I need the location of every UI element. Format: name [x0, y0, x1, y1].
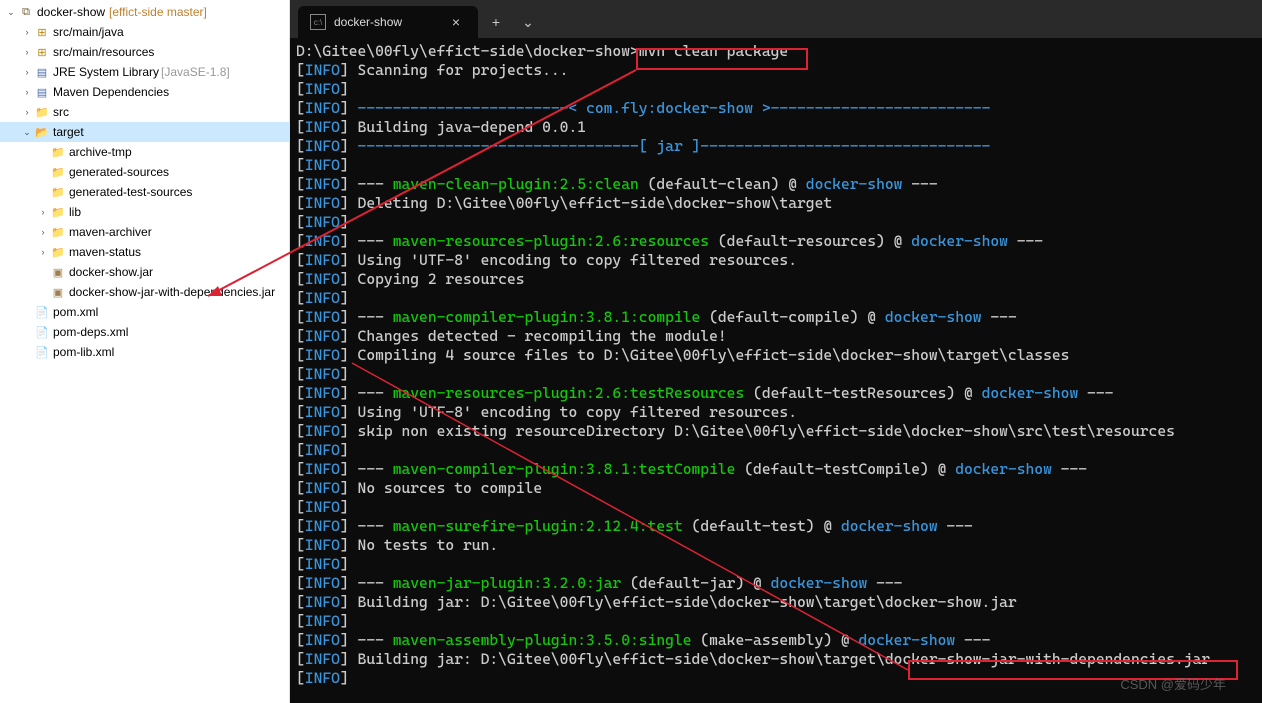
tree-item-jre-system-library[interactable]: ›▤JRE System Library[JavaSE-1.8]	[0, 62, 289, 82]
fold-icon: 📁	[50, 244, 66, 260]
tree-label: maven-status	[69, 245, 141, 259]
tree-item-pom-xml[interactable]: 📄pom.xml	[0, 302, 289, 322]
tree-item-maven-dependencies[interactable]: ›▤Maven Dependencies	[0, 82, 289, 102]
expand-arrow-icon[interactable]: ›	[36, 225, 50, 239]
tree-label: Maven Dependencies	[53, 85, 169, 99]
fold-icon: 📁	[34, 104, 50, 120]
tree-label: target	[53, 125, 84, 139]
tree-item-maven-archiver[interactable]: ›📁maven-archiver	[0, 222, 289, 242]
tree-label: archive-tmp	[69, 145, 132, 159]
watermark: CSDN @爱码少年	[1120, 674, 1226, 693]
xml-icon: 📄	[34, 344, 50, 360]
fold-icon: 📁	[50, 204, 66, 220]
pkg-icon: ⊞	[34, 24, 50, 40]
tree-item-docker-show[interactable]: ⌄⧉docker-show [effict-side master]	[0, 2, 289, 22]
expand-arrow-icon[interactable]: ›	[20, 45, 34, 59]
tree-label: pom-lib.xml	[53, 345, 114, 359]
expand-arrow-icon[interactable]: ›	[20, 65, 34, 79]
file-tree[interactable]: ⌄⧉docker-show[effict-side master]›⊞src/m…	[0, 0, 289, 364]
expand-arrow-icon[interactable]: ›	[36, 245, 50, 259]
tree-label: generated-test-sources	[69, 185, 192, 199]
tree-label: src	[53, 105, 69, 119]
lib-icon: ▤	[34, 84, 50, 100]
expand-arrow-icon[interactable]	[20, 345, 34, 359]
tree-label: JRE System Library	[53, 65, 159, 79]
jar-icon: ▣	[50, 284, 66, 300]
tree-item-generated-sources[interactable]: 📁generated-sources	[0, 162, 289, 182]
expand-arrow-icon[interactable]: ⌄	[4, 5, 18, 19]
tree-item-pom-lib-xml[interactable]: 📄pom-lib.xml	[0, 342, 289, 362]
expand-arrow-icon[interactable]	[20, 325, 34, 339]
jar-icon: ▣	[50, 264, 66, 280]
vcs-decorator: [effict-side master]	[109, 5, 207, 19]
expand-arrow-icon[interactable]	[36, 165, 50, 179]
tree-label: docker-show-jar-with-dependencies.jar	[69, 285, 275, 299]
fold-icon: 📁	[50, 224, 66, 240]
tree-label: generated-sources	[69, 165, 169, 179]
expand-arrow-icon[interactable]: ›	[20, 105, 34, 119]
tree-label: src/main/java	[53, 25, 124, 39]
fold-icon: 📁	[50, 184, 66, 200]
tab-title: docker-show	[334, 15, 446, 29]
tree-label: src/main/resources	[53, 45, 154, 59]
lib-decorator: [JavaSE-1.8]	[161, 65, 230, 79]
tree-label: maven-archiver	[69, 225, 152, 239]
tree-item-src[interactable]: ›📁src	[0, 102, 289, 122]
tree-item-target[interactable]: ⌄📂target	[0, 122, 289, 142]
tree-item-archive-tmp[interactable]: 📁archive-tmp	[0, 142, 289, 162]
tree-item-maven-status[interactable]: ›📁maven-status	[0, 242, 289, 262]
tree-label: pom-deps.xml	[53, 325, 128, 339]
tree-item-pom-deps-xml[interactable]: 📄pom-deps.xml	[0, 322, 289, 342]
proj-icon: ⧉	[18, 4, 34, 20]
terminal-tab-bar: c:\ docker-show × + ⌄	[290, 0, 1262, 38]
fold-icon: 📁	[50, 164, 66, 180]
expand-arrow-icon[interactable]	[36, 185, 50, 199]
close-icon[interactable]: ×	[446, 12, 466, 32]
lib-icon: ▤	[34, 64, 50, 80]
new-tab-button[interactable]: +	[480, 6, 512, 38]
tree-label: docker-show	[37, 5, 105, 19]
tree-item-src-main-java[interactable]: ›⊞src/main/java	[0, 22, 289, 42]
cmd-icon: c:\	[310, 14, 326, 30]
xml-icon: 📄	[34, 324, 50, 340]
terminal-tab[interactable]: c:\ docker-show ×	[298, 6, 478, 38]
expand-arrow-icon[interactable]	[36, 145, 50, 159]
expand-arrow-icon[interactable]	[36, 285, 50, 299]
tree-item-generated-test-sources[interactable]: 📁generated-test-sources	[0, 182, 289, 202]
terminal-window: c:\ docker-show × + ⌄ D:\Gitee\00fly\eff…	[290, 0, 1262, 703]
expand-arrow-icon[interactable]: ›	[20, 25, 34, 39]
chevron-down-icon[interactable]: ⌄	[512, 6, 544, 38]
expand-arrow-icon[interactable]: ›	[36, 205, 50, 219]
tree-item-docker-show-jar[interactable]: ▣docker-show.jar	[0, 262, 289, 282]
tree-label: pom.xml	[53, 305, 98, 319]
expand-arrow-icon[interactable]	[20, 305, 34, 319]
expand-arrow-icon[interactable]	[36, 265, 50, 279]
xml-icon: 📄	[34, 304, 50, 320]
pkg-icon: ⊞	[34, 44, 50, 60]
tree-item-src-main-resources[interactable]: ›⊞src/main/resources	[0, 42, 289, 62]
tree-item-docker-show-jar-with-dependencies-jar[interactable]: ▣docker-show-jar-with-dependencies.jar	[0, 282, 289, 302]
fold-icon: 📁	[50, 144, 66, 160]
project-explorer: ⌄⧉docker-show[effict-side master]›⊞src/m…	[0, 0, 290, 703]
tree-item-lib[interactable]: ›📁lib	[0, 202, 289, 222]
terminal-output[interactable]: D:\Gitee\00fly\effict-side\docker-show>m…	[290, 38, 1262, 692]
fold-open-icon: 📂	[34, 124, 50, 140]
tree-label: lib	[69, 205, 81, 219]
tree-label: docker-show.jar	[69, 265, 153, 279]
expand-arrow-icon[interactable]: ›	[20, 85, 34, 99]
expand-arrow-icon[interactable]: ⌄	[20, 125, 34, 139]
